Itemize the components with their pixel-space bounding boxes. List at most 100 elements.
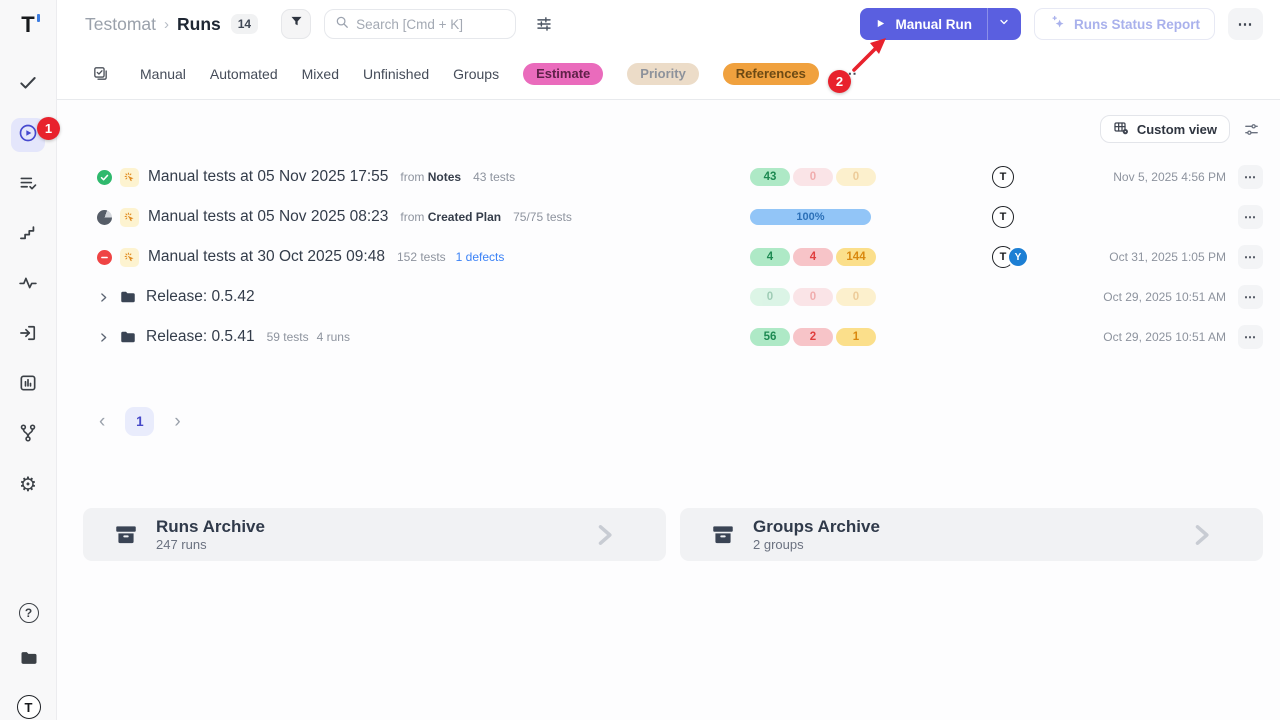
projects-button[interactable] xyxy=(12,643,46,677)
filter-tabs-bar: Manual Automated Mixed Unfinished Groups… xyxy=(57,48,1280,100)
account-button[interactable]: T xyxy=(12,690,46,720)
run-date: Oct 29, 2025 10:51 AM xyxy=(1103,290,1226,304)
manual-run-type-icon xyxy=(120,168,139,187)
page-more-button[interactable]: ⋯ xyxy=(1228,8,1263,40)
app-window: T xyxy=(0,0,1280,720)
avatar: T xyxy=(992,166,1014,188)
tab-groups[interactable]: Groups xyxy=(453,66,499,82)
row-more-button[interactable]: ⋯ xyxy=(1238,165,1263,189)
passed-pill: 4 xyxy=(750,248,790,266)
runs-status-report-button[interactable]: Runs Status Report xyxy=(1034,8,1215,40)
custom-view-button[interactable]: Custom view xyxy=(1100,115,1230,143)
page-1-button[interactable]: 1 xyxy=(125,407,154,436)
skipped-pill: 1 xyxy=(836,328,876,346)
group-row-2[interactable]: Release: 0.5.41 59 tests 4 runs 56 2 1 O… xyxy=(57,317,1280,357)
manual-run-type-icon xyxy=(120,208,139,227)
sidebar-bottom: ? T xyxy=(0,596,57,720)
runs-archive-card[interactable]: Runs Archive 247 runs xyxy=(83,508,666,561)
row-more-button[interactable]: ⋯ xyxy=(1238,245,1263,269)
archive-subtitle: 2 groups xyxy=(753,537,880,552)
passed-pill: 0 xyxy=(750,288,790,306)
group-row-1[interactable]: Release: 0.5.42 0 0 0 Oct 29, 2025 10:51… xyxy=(57,277,1280,317)
run-tests-count: 75/75 tests xyxy=(513,210,572,224)
run-row-3[interactable]: Manual tests at 30 Oct 2025 09:48 152 te… xyxy=(57,237,1280,277)
folder-icon xyxy=(19,648,39,673)
list-check-icon xyxy=(18,173,38,198)
run-row-2[interactable]: Manual tests at 05 Nov 2025 08:23 from C… xyxy=(57,197,1280,237)
run-avatars: T Y xyxy=(992,246,1029,268)
sidebar-item-tests[interactable] xyxy=(11,68,45,102)
sidebar-item-plans[interactable] xyxy=(11,168,45,202)
run-title[interactable]: Manual tests at 30 Oct 2025 09:48 xyxy=(148,248,385,266)
tab-manual[interactable]: Manual xyxy=(140,66,186,82)
chevron-right-icon xyxy=(1187,521,1215,549)
filter-button[interactable] xyxy=(281,9,311,39)
run-avatars: T xyxy=(992,166,1014,188)
run-title[interactable]: Manual tests at 05 Nov 2025 08:23 xyxy=(148,208,388,226)
prev-page-button[interactable]: ‹ xyxy=(95,412,109,431)
manual-run-dropdown[interactable] xyxy=(988,8,1021,40)
next-page-button[interactable]: › xyxy=(170,412,184,431)
tab-automated[interactable]: Automated xyxy=(210,66,278,82)
sidebar-item-steps[interactable] xyxy=(11,218,45,252)
run-date: Oct 31, 2025 1:05 PM xyxy=(1109,250,1226,264)
group-title[interactable]: Release: 0.5.42 xyxy=(146,288,255,306)
view-settings-icon[interactable] xyxy=(1243,121,1260,138)
ellipsis-icon: ⋯ xyxy=(1238,15,1254,33)
run-title[interactable]: Manual tests at 05 Nov 2025 17:55 xyxy=(148,168,388,186)
sidebar-item-branches[interactable] xyxy=(11,418,45,452)
help-button[interactable]: ? xyxy=(12,596,46,630)
search-icon xyxy=(335,15,349,34)
group-runs-count: 4 runs xyxy=(317,330,350,344)
archive-title: Runs Archive xyxy=(156,517,265,537)
run-tests-count: 152 tests xyxy=(397,250,446,264)
gear-icon: ⚙ xyxy=(19,475,37,495)
defects-link[interactable]: 1 defects xyxy=(456,250,505,264)
avatar: T xyxy=(992,206,1014,228)
badge-references[interactable]: References xyxy=(723,63,819,85)
group-tests-count: 59 tests xyxy=(267,330,309,344)
run-avatars: T xyxy=(992,206,1014,228)
row-more-button[interactable]: ⋯ xyxy=(1238,325,1263,349)
expand-chevron-icon[interactable] xyxy=(97,331,110,344)
tab-mixed[interactable]: Mixed xyxy=(302,66,339,82)
annotation-badge-2: 2 xyxy=(828,70,851,93)
search-box xyxy=(324,9,516,39)
pagination: ‹ 1 › xyxy=(57,407,1280,436)
groups-archive-card[interactable]: Groups Archive 2 groups xyxy=(680,508,1263,561)
search-settings-icon[interactable] xyxy=(535,15,553,33)
run-tests-count: 43 tests xyxy=(473,170,515,184)
testomat-logo[interactable]: T xyxy=(21,10,34,40)
run-row-1[interactable]: Manual tests at 05 Nov 2025 17:55 from N… xyxy=(57,157,1280,197)
select-runs-icon[interactable] xyxy=(92,65,109,82)
row-more-button[interactable]: ⋯ xyxy=(1238,205,1263,229)
annotation-arrow xyxy=(846,28,894,76)
view-toolbar: Custom view xyxy=(57,100,1280,143)
run-source: from Notes xyxy=(400,170,461,184)
sidebar-item-analytics[interactable] xyxy=(11,368,45,402)
row-more-button[interactable]: ⋯ xyxy=(1238,285,1263,309)
badge-priority[interactable]: Priority xyxy=(627,63,699,85)
run-stats: 0 0 0 xyxy=(750,288,876,306)
tab-unfinished[interactable]: Unfinished xyxy=(363,66,429,82)
breadcrumb-project[interactable]: Testomat xyxy=(85,14,156,35)
avatar: Y xyxy=(1007,246,1029,268)
sidebar-item-import[interactable] xyxy=(11,318,45,352)
main-area: Testomat › Runs 14 Manual Run xyxy=(57,0,1280,720)
status-stopped-icon xyxy=(97,250,112,265)
badge-estimate[interactable]: Estimate xyxy=(523,63,603,85)
sidebar: T xyxy=(0,0,57,720)
expand-chevron-icon[interactable] xyxy=(97,291,110,304)
failed-pill: 4 xyxy=(793,248,833,266)
run-stats: 4 4 144 xyxy=(750,248,876,266)
search-input[interactable] xyxy=(356,17,505,32)
pulse-icon xyxy=(18,273,38,298)
sidebar-item-pulse[interactable] xyxy=(11,268,45,302)
sidebar-item-settings[interactable]: ⚙ xyxy=(11,468,45,502)
archive-subtitle: 247 runs xyxy=(156,537,265,552)
failed-pill: 0 xyxy=(793,288,833,306)
group-title[interactable]: Release: 0.5.41 xyxy=(146,328,255,346)
chevron-right-icon xyxy=(590,521,618,549)
account-avatar: T xyxy=(17,695,41,719)
breadcrumb-page: Runs xyxy=(177,14,221,35)
